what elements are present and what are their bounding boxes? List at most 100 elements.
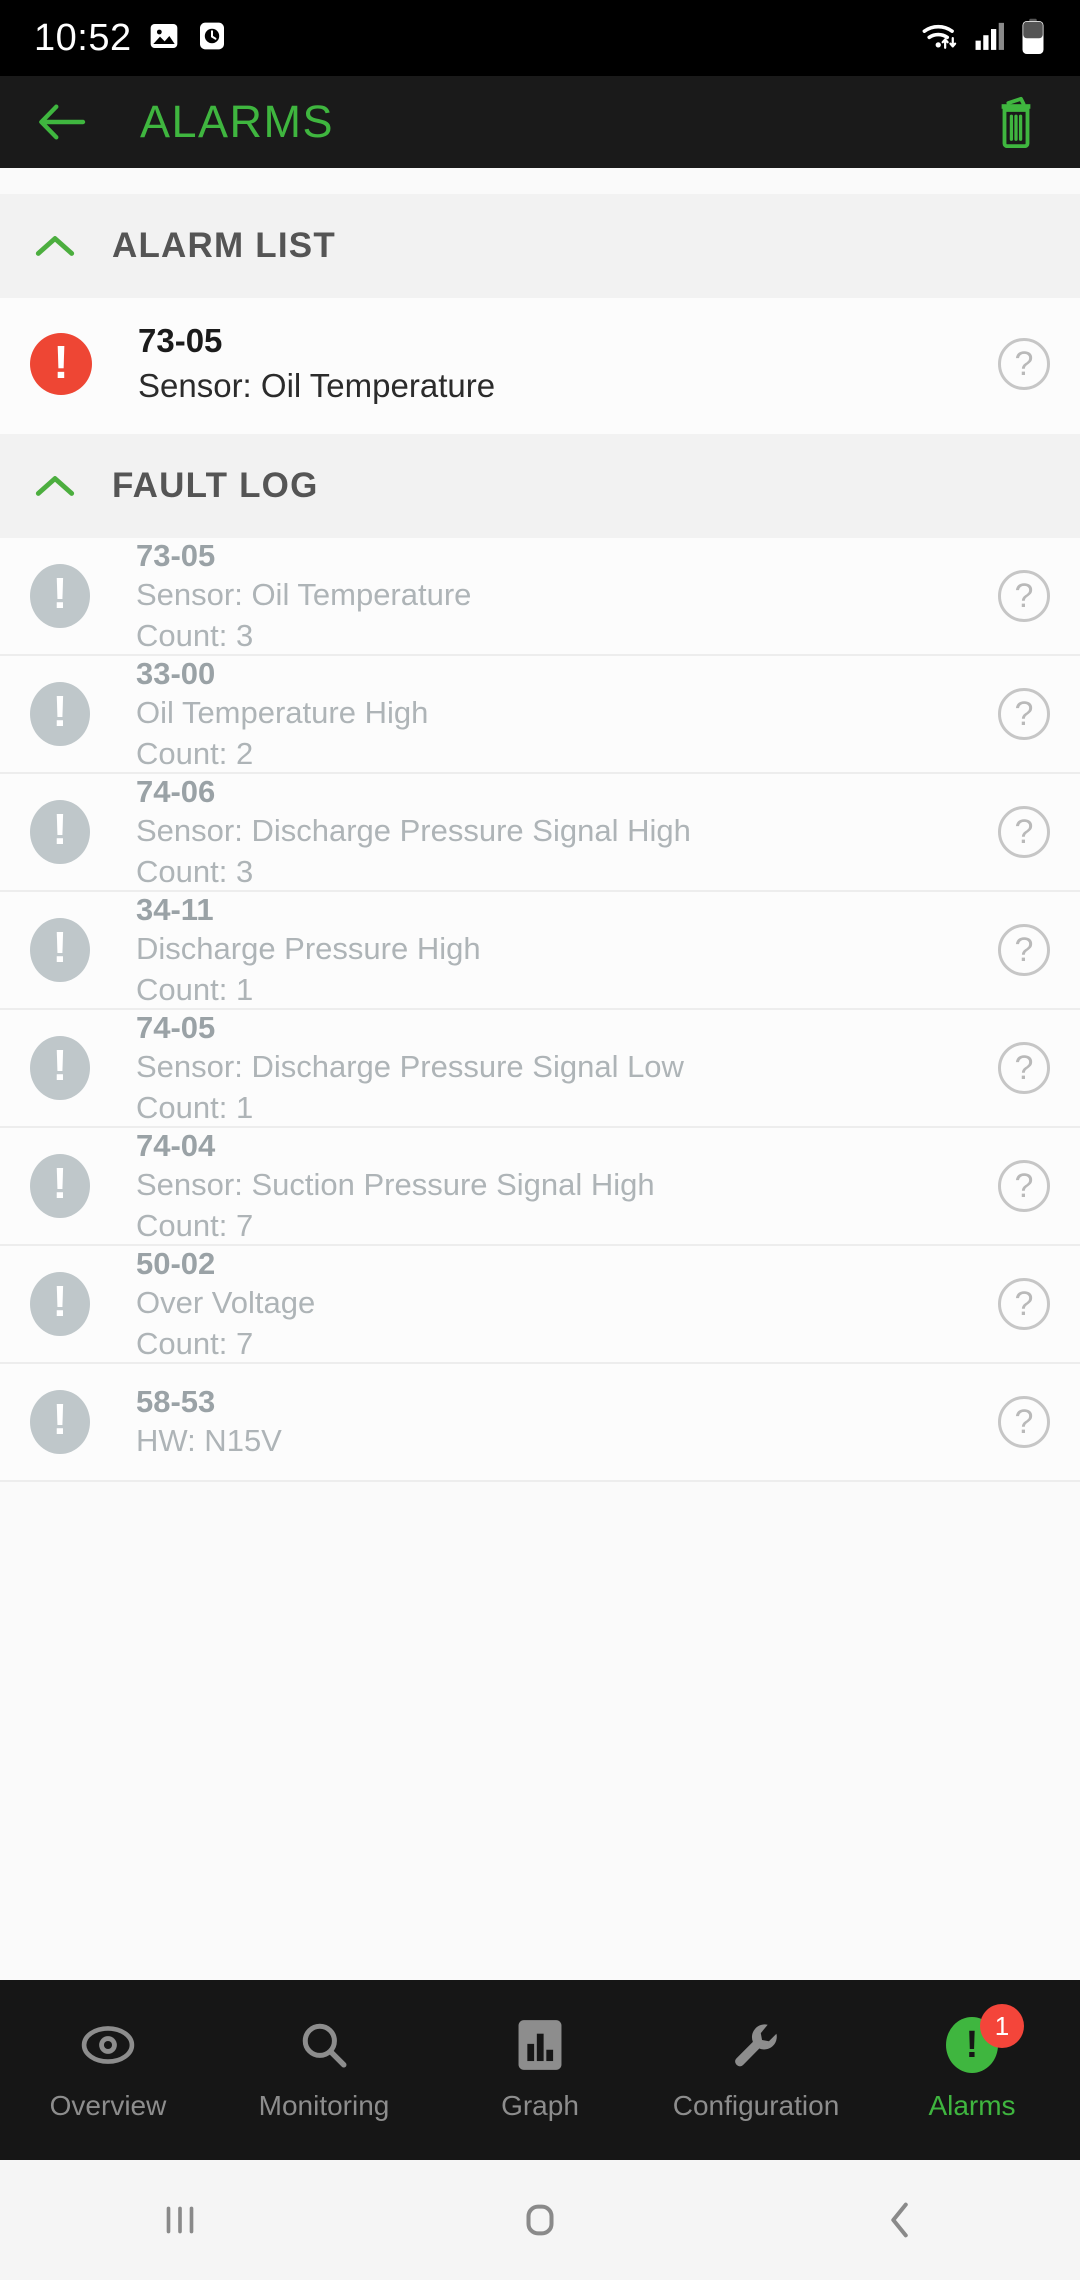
nav-item-graph[interactable]: Graph [432,1980,648,2160]
help-icon[interactable]: ? [998,1042,1050,1095]
fault-description: Discharge Pressure High [136,930,481,966]
status-bar: 10:52 [0,0,1080,76]
alert-icon: ! [30,918,90,983]
fault-log-row[interactable]: ! 74-06 Sensor: Discharge Pressure Signal … [0,773,1080,893]
fault-description: Sensor: Discharge Pressure Signal High [136,812,691,848]
fault-log-row[interactable]: ! 58-53 HW: N15V? [0,1364,1080,1483]
nav-item-monitoring[interactable]: Monitoring [216,1980,432,2160]
fault-count: Count: 7 [136,1207,254,1243]
alert-icon: ! [30,1272,90,1337]
nav-item-alarms[interactable]: ! 1 Alarms [864,1980,1080,2160]
status-bar-left: 10:52 [34,17,228,60]
fault-description: Over Voltage [136,1284,316,1320]
fault-count: Count: 3 [136,853,254,889]
fault-code: 58-53 [136,1384,216,1420]
status-bar-clock: 10:52 [34,16,132,59]
fault-count: Count: 1 [136,971,254,1007]
help-icon[interactable]: ? [998,338,1050,391]
fault-row-text: 74-06 Sensor: Discharge Pressure Signal H… [136,773,998,892]
fault-code: 74-05 [136,1009,216,1045]
alarm-count-badge: 1 [980,2004,1024,2048]
clock-icon [196,20,228,57]
chevron-up-icon[interactable] [30,233,80,259]
fault-row-text: 33-00 Oil Temperature High Count: 2 [136,655,998,774]
app-bar: ALARMS [0,76,1080,168]
fault-description: Oil Temperature High [136,694,429,730]
nav-label-alarms: Alarms [928,2090,1016,2121]
home-icon[interactable] [360,2197,720,2243]
fault-code: 73-05 [136,537,216,573]
help-icon[interactable]: ? [998,1278,1050,1331]
battery-icon [1020,18,1046,59]
alarm-code: 73-05 [138,322,223,359]
fault-row-text: 74-04 Sensor: Suction Pressure Signal Hig… [136,1127,998,1246]
nav-label-graph: Graph [501,2090,579,2121]
nav-label-configuration: Configuration [672,2090,840,2121]
content-scroll-area[interactable]: ALARM LIST ! 73-05 Sensor: Oil Temperatu… [0,168,1080,1980]
page-title: ALARMS [140,96,335,147]
help-icon[interactable]: ? [998,570,1050,623]
alarm-description: Sensor: Oil Temperature [138,367,496,405]
nav-label-monitoring: Monitoring [258,2090,390,2121]
fault-log-title: FAULT LOG [112,466,319,506]
fault-description: Sensor: Discharge Pressure Signal Low [136,1048,684,1084]
fault-log-section-header[interactable]: FAULT LOG [0,434,1080,539]
cellular-signal-icon [974,20,1008,57]
nav-label-overview: Overview [49,2090,167,2121]
fault-row-text: 58-53 HW: N15V [136,1383,998,1461]
fault-count: Count: 7 [136,1325,254,1361]
fault-log-row[interactable]: ! 74-04 Sensor: Suction Pressure Signal Hi… [0,1127,1080,1247]
alarm-item-text: 73-05 Sensor: Oil Temperature [138,320,998,408]
help-icon[interactable]: ? [998,688,1050,741]
fault-row-text: 74-05 Sensor: Discharge Pressure Signal L… [136,1009,998,1128]
fault-log-row[interactable]: ! 50-02 Over Voltage Count: 7? [0,1245,1080,1365]
alert-icon: ! [30,333,92,396]
bottom-navigation: Overview Monitoring Graph Configuration … [0,1980,1080,2160]
nav-item-configuration[interactable]: Configuration [648,1980,864,2160]
wrench-icon [731,2018,781,2072]
help-icon[interactable]: ? [998,1160,1050,1213]
fault-count: Count: 1 [136,1089,254,1125]
alarm-list-section-header[interactable]: ALARM LIST [0,194,1080,298]
search-icon [299,2018,349,2072]
fault-count: Count: 2 [136,735,254,771]
wifi-icon [920,18,962,59]
back-button[interactable] [34,94,90,150]
fault-log-row[interactable]: ! 74-05 Sensor: Discharge Pressure Signal … [0,1009,1080,1129]
fault-code: 34-11 [136,891,214,927]
fault-row-text: 34-11 Discharge Pressure High Count: 1 [136,891,998,1010]
back-icon[interactable] [720,2197,1080,2243]
system-navigation-bar [0,2160,1080,2280]
fault-log-row[interactable]: ! 34-11 Discharge Pressure High Count: 1? [0,891,1080,1011]
top-spacer [0,168,1080,194]
help-icon[interactable]: ? [998,1396,1050,1449]
fault-row-text: 73-05 Sensor: Oil Temperature Count: 3 [136,537,998,656]
fault-code: 74-06 [136,773,216,809]
chevron-up-icon[interactable] [30,473,80,499]
alert-icon: ! [30,564,90,629]
fault-code: 50-02 [136,1245,216,1281]
bar-chart-icon [517,2018,563,2072]
alert-icon: ! [30,1154,90,1219]
nav-item-overview[interactable]: Overview [0,1980,216,2160]
fault-log-row[interactable]: ! 73-05 Sensor: Oil Temperature Count: 3? [0,537,1080,657]
alarm-list-title: ALARM LIST [112,226,336,265]
alert-icon: ! [30,800,90,865]
fault-log-row[interactable]: ! 33-00 Oil Temperature High Count: 2? [0,655,1080,775]
fault-count: Count: 3 [136,617,254,653]
alarm-list-item[interactable]: ! 73-05 Sensor: Oil Temperature ? [0,298,1080,435]
help-icon[interactable]: ? [998,924,1050,977]
fault-description: HW: N15V [136,1423,282,1459]
recents-icon[interactable] [0,2197,360,2243]
fault-log-list: ! 73-05 Sensor: Oil Temperature Count: 3?! 3… [0,537,1080,1483]
alert-icon: ! 1 [946,2004,1024,2073]
fault-code: 74-04 [136,1127,216,1163]
alert-icon: ! [30,682,90,747]
fault-description: Sensor: Oil Temperature [136,576,472,612]
delete-all-button[interactable] [986,92,1046,152]
eye-icon [81,2018,135,2072]
alert-icon: ! [30,1036,90,1101]
fault-row-text: 50-02 Over Voltage Count: 7 [136,1245,998,1364]
help-icon[interactable]: ? [998,806,1050,859]
fault-code: 33-00 [136,655,216,691]
